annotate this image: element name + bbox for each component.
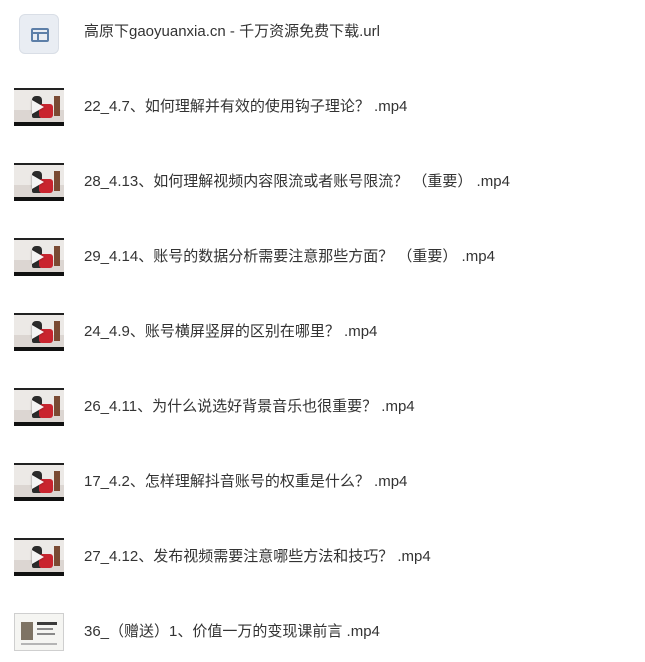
video-thumbnail-icon	[14, 88, 64, 126]
file-item[interactable]: 27_4.12、发布视频需要注意哪些方法和技巧？ .mp4	[0, 527, 645, 587]
video-thumbnail-icon	[14, 313, 64, 351]
file-item[interactable]: 22_4.7、如何理解并有效的使用钩子理论？ .mp4	[0, 77, 645, 137]
file-name: 29_4.14、账号的数据分析需要注意那些方面？ （重要） .mp4	[84, 248, 495, 265]
file-item[interactable]: 28_4.13、如何理解视频内容限流或者账号限流？ （重要） .mp4	[0, 152, 645, 212]
video-thumbnail-icon	[14, 238, 64, 276]
video-thumbnail-icon	[14, 613, 64, 651]
video-thumbnail-icon	[14, 463, 64, 501]
file-item[interactable]: 26_4.11、为什么说选好背景音乐也很重要？ .mp4	[0, 377, 645, 437]
file-item[interactable]: 高原下gaoyuanxia.cn - 千万资源免费下载.url	[0, 2, 645, 62]
file-name: 26_4.11、为什么说选好背景音乐也很重要？ .mp4	[84, 398, 415, 415]
file-name: 27_4.12、发布视频需要注意哪些方法和技巧？ .mp4	[84, 548, 431, 565]
file-list: 高原下gaoyuanxia.cn - 千万资源免费下载.url 22_4.7、如…	[0, 0, 645, 653]
file-name: 24_4.9、账号横屏竖屏的区别在哪里？ .mp4	[84, 323, 378, 340]
video-thumbnail-icon	[14, 163, 64, 201]
file-name: 17_4.2、怎样理解抖音账号的权重是什么？ .mp4	[84, 473, 408, 490]
file-name: 28_4.13、如何理解视频内容限流或者账号限流？ （重要） .mp4	[84, 173, 510, 190]
file-item[interactable]: 29_4.14、账号的数据分析需要注意那些方面？ （重要） .mp4	[0, 227, 645, 287]
file-item[interactable]: 36_（赠送）1、价值一万的变现课前言 .mp4	[0, 602, 645, 662]
video-thumbnail-icon	[14, 388, 64, 426]
file-name: 高原下gaoyuanxia.cn - 千万资源免费下载.url	[84, 23, 380, 40]
file-item[interactable]: 24_4.9、账号横屏竖屏的区别在哪里？ .mp4	[0, 302, 645, 362]
file-item[interactable]: 17_4.2、怎样理解抖音账号的权重是什么？ .mp4	[0, 452, 645, 512]
url-shortcut-icon	[19, 14, 59, 54]
file-name: 22_4.7、如何理解并有效的使用钩子理论？ .mp4	[84, 98, 408, 115]
file-name: 36_（赠送）1、价值一万的变现课前言 .mp4	[84, 623, 380, 640]
video-thumbnail-icon	[14, 538, 64, 576]
